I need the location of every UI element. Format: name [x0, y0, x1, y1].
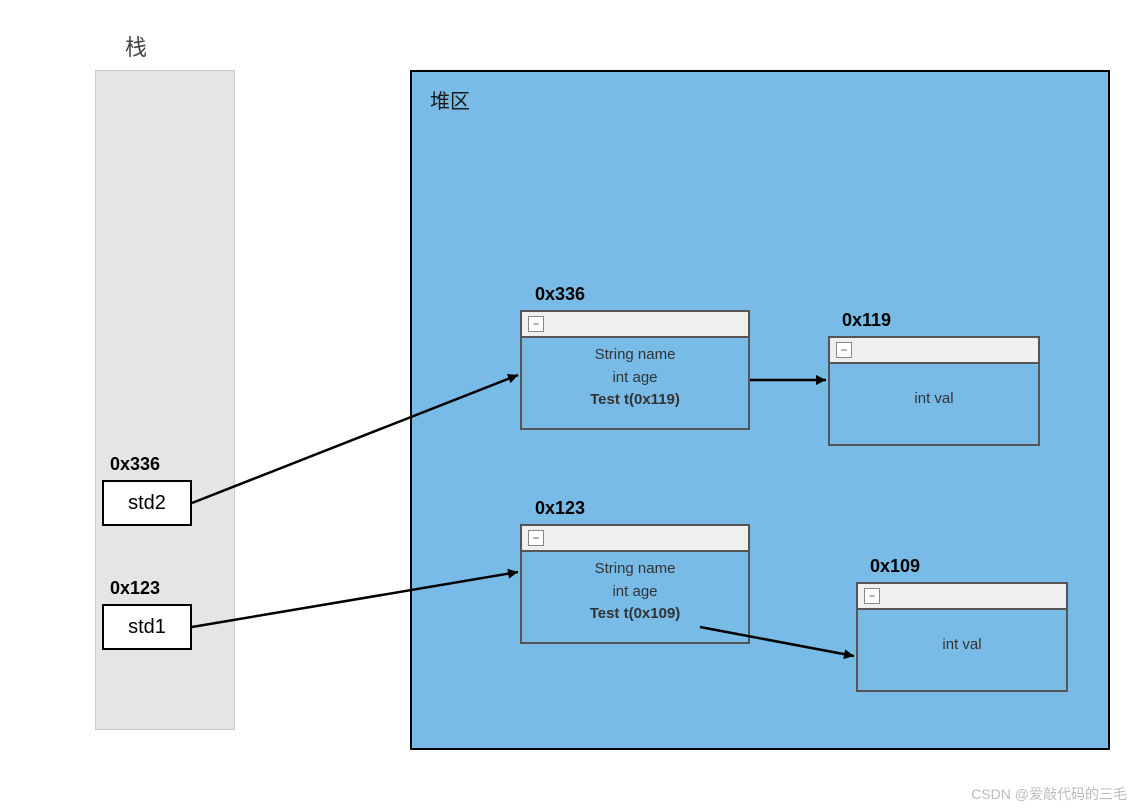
watermark: CSDN @爱敲代码的三毛 — [971, 784, 1127, 804]
heap-obj-0-address: 0x336 — [535, 284, 585, 305]
heap-test-1-box: − int val — [856, 582, 1068, 692]
heap-test-1-body: int val — [858, 610, 1066, 663]
collapse-icon[interactable]: − — [836, 342, 852, 358]
heap-test-0-box: − int val — [828, 336, 1040, 446]
stack-var-1-box: std1 — [102, 604, 192, 650]
heap-obj-0-body: String name int age Test t(0x119) — [522, 338, 748, 418]
stack-var-1-name: std1 — [128, 616, 166, 639]
heap-obj-0-box: − String name int age Test t(0x119) — [520, 310, 750, 430]
collapse-icon[interactable]: − — [864, 588, 880, 604]
heap-obj-1-box: − String name int age Test t(0x109) — [520, 524, 750, 644]
heap-test-0-head: − — [830, 338, 1038, 364]
heap-obj-0-field-3: Test t(0x119) — [522, 389, 748, 412]
heap-obj-0-field-1: String name — [522, 344, 748, 367]
heap-obj-1-field-1: String name — [522, 558, 748, 581]
heap-test-1-head: − — [858, 584, 1066, 610]
heap-test-1-address: 0x109 — [870, 556, 920, 577]
stack-var-0-box: std2 — [102, 480, 192, 526]
heap-test-0-address: 0x119 — [842, 310, 891, 331]
heap-obj-1-head: − — [522, 526, 748, 552]
collapse-icon[interactable]: − — [528, 530, 544, 546]
heap-obj-0-field-2: int age — [522, 367, 748, 390]
heap-obj-1-field-3: Test t(0x109) — [522, 603, 748, 626]
heap-obj-1-field-2: int age — [522, 581, 748, 604]
heap-obj-1-body: String name int age Test t(0x109) — [522, 552, 748, 632]
heap-test-0-field: int val — [830, 388, 1038, 411]
heap-test-0-body: int val — [830, 364, 1038, 417]
stack-var-0-name: std2 — [128, 492, 166, 515]
stack-var-1-address: 0x123 — [110, 578, 160, 599]
stack-var-0-address: 0x336 — [110, 454, 160, 475]
heap-obj-1-address: 0x123 — [535, 498, 585, 519]
heap-obj-0-head: − — [522, 312, 748, 338]
stack-title: 栈 — [125, 30, 149, 62]
heap-title: 堆区 — [430, 85, 470, 114]
collapse-icon[interactable]: − — [528, 316, 544, 332]
heap-test-1-field: int val — [858, 634, 1066, 657]
